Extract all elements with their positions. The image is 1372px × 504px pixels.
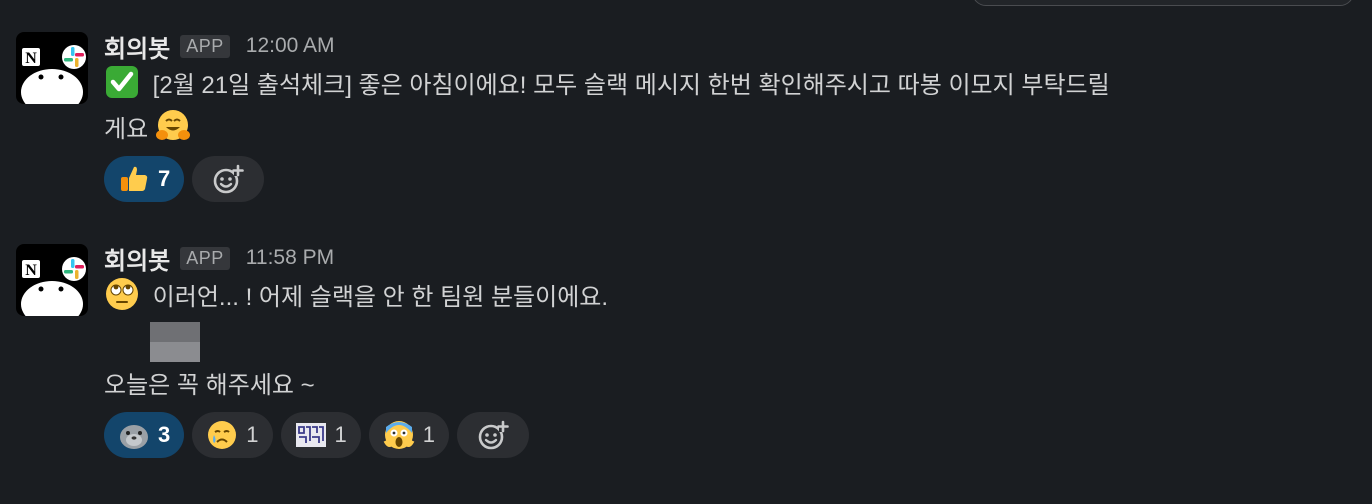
reaction-count: 3: [158, 422, 171, 447]
add-reaction-button[interactable]: [457, 412, 529, 458]
add-reaction-button[interactable]: [192, 156, 265, 202]
eye-roll-face-icon: [104, 276, 140, 312]
search-bar[interactable]: [972, 0, 1354, 6]
reaction-screaming-face[interactable]: 1: [368, 412, 449, 458]
avatar[interactable]: N: [16, 244, 88, 316]
app-badge: APP: [180, 34, 230, 58]
reactions-bar: 7: [104, 156, 1344, 202]
reactions-bar: 3 1 1 1: [104, 412, 1344, 458]
svg-text:N: N: [25, 262, 37, 279]
timestamp[interactable]: 11:58 PM: [246, 246, 334, 270]
add-emoji-icon: [478, 420, 509, 450]
custom-text-emoji-icon: [295, 419, 327, 451]
message-line: 이러언... ! 어제 슬랙을 안 한 팀원 분들이에요.: [152, 284, 609, 311]
reaction-count: 7: [158, 166, 171, 191]
message-body: 오늘은 꼭 해주세요 ~: [104, 364, 1344, 408]
app-badge: APP: [180, 246, 230, 270]
screaming-face-icon: [383, 419, 415, 451]
reaction-thumbs-up[interactable]: 7: [104, 156, 185, 202]
sender-name[interactable]: 회의봇: [104, 241, 170, 276]
redacted-block: [150, 322, 200, 362]
check-mark-icon: [104, 64, 140, 100]
message-body: 이러언... ! 어제 슬랙을 안 한 팀원 분들이에요.: [104, 276, 1344, 320]
reaction-custom-text[interactable]: 1: [280, 412, 361, 458]
reaction-crying-face[interactable]: 1: [192, 412, 273, 458]
message-body: [2월 21일 출석체크] 좋은 아침이에요! 모두 슬랙 메시지 한번 확인해…: [104, 64, 1344, 152]
bot-avatar-icon: N: [20, 257, 86, 316]
seal-icon: [118, 419, 150, 451]
message-header: 회의봇 APP 11:58 PM: [104, 240, 1344, 276]
timestamp[interactable]: 12:00 AM: [246, 34, 335, 58]
thumbs-up-icon: [118, 163, 150, 195]
sender-name[interactable]: 회의봇: [104, 29, 170, 64]
svg-text:N: N: [25, 50, 37, 67]
reaction-count: 1: [422, 422, 435, 447]
avatar[interactable]: N: [16, 32, 88, 104]
message-header: 회의봇 APP 12:00 AM: [104, 28, 1344, 64]
add-emoji-icon: [213, 164, 245, 194]
message-line: 게요: [104, 116, 149, 143]
hugging-face-icon: [155, 108, 191, 144]
bot-avatar-icon: N: [20, 45, 86, 104]
reaction-seal[interactable]: 3: [104, 412, 185, 458]
reaction-count: 1: [246, 422, 259, 447]
reaction-count: 1: [334, 422, 347, 447]
message-line: [2월 21일 출석체크] 좋은 아침이에요! 모두 슬랙 메시지 한번 확인해…: [152, 72, 1110, 99]
crying-face-icon: [206, 419, 238, 451]
redacted-mentions: [104, 320, 1344, 364]
message-line: 오늘은 꼭 해주세요 ~: [104, 372, 315, 399]
